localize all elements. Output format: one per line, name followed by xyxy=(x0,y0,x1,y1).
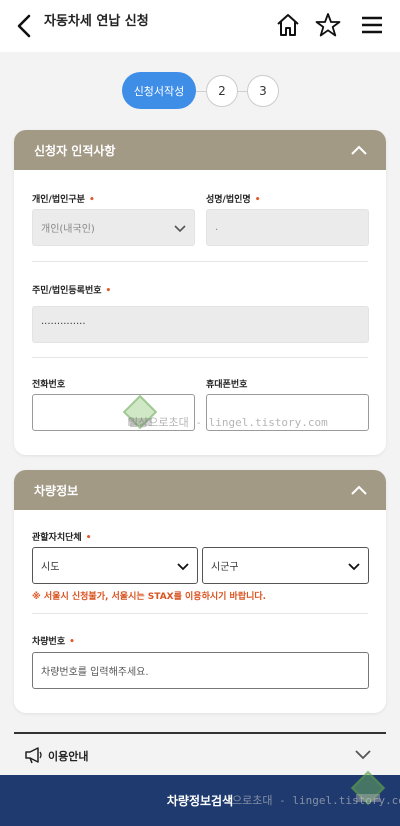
chevron-up-icon[interactable] xyxy=(350,143,368,157)
regno-label-text: 주민/법인등록번호 xyxy=(32,286,102,296)
seoul-notice: ※ 서울시 신청불가, 서울시는 STAX를 이용하시기 바랍니다. xyxy=(32,592,267,602)
vehicle-search-label: 차량정보검색 xyxy=(166,794,234,808)
step-indicator: 신청서작성 2 3 xyxy=(0,72,400,112)
required-mark: • xyxy=(254,195,261,205)
mobile-label: 휴대폰번호 xyxy=(206,380,248,390)
page-title: 자동차세 연납 신청 xyxy=(44,14,149,29)
vehicle-section-header[interactable]: 차량정보 xyxy=(14,470,386,510)
vehicle-info-card: 차량정보 관할자치단체 • 시도 시군구 ※ 서울시 신청불가, 서울시는 STA… xyxy=(14,470,386,713)
megaphone-icon xyxy=(25,747,42,764)
required-mark: • xyxy=(105,286,112,296)
sido-value: 시도 xyxy=(41,562,60,573)
name-field[interactable]: . xyxy=(206,209,369,246)
step-3: 3 xyxy=(247,75,279,107)
plate-number-field[interactable]: 차량번호를 입력해주세요. xyxy=(32,652,369,689)
watermark-text-bottom: 으로초대 - lingel.tistory.com xyxy=(232,794,400,807)
divider xyxy=(32,357,368,358)
usage-guide-label: 이용안내 xyxy=(48,750,89,763)
regno-label: 주민/법인등록번호 • xyxy=(32,283,111,296)
chevron-up-icon[interactable] xyxy=(350,483,368,497)
step-1-active: 신청서작성 xyxy=(122,72,196,109)
plate-placeholder: 차량번호를 입력해주세요. xyxy=(41,667,149,678)
chevron-down-icon[interactable] xyxy=(354,749,372,761)
person-type-value: 개인(내국인) xyxy=(41,224,95,235)
region-label-text: 관할자치단체 xyxy=(32,533,82,543)
back-icon[interactable] xyxy=(14,12,36,40)
required-mark: • xyxy=(85,533,92,543)
required-mark: • xyxy=(88,195,95,205)
name-value: . xyxy=(215,222,219,233)
region-label: 관할자치단체 • xyxy=(32,530,91,543)
required-mark: • xyxy=(69,637,75,647)
star-icon[interactable] xyxy=(315,12,341,38)
type-label-text: 개인/법인구분 xyxy=(32,195,85,205)
regno-value: ·············· xyxy=(41,319,86,330)
divider xyxy=(32,613,368,614)
applicant-section-title: 신청자 인적사항 xyxy=(34,143,116,158)
sido-select[interactable]: 시도 xyxy=(32,547,198,584)
sigungu-value: 시군구 xyxy=(211,562,239,573)
name-label: 성명/법인명 • xyxy=(206,192,260,205)
type-label: 개인/법인구분 • xyxy=(32,192,95,205)
step-2: 2 xyxy=(206,75,238,107)
usage-guide-row[interactable]: 이용안내 xyxy=(14,732,386,774)
chevron-down-icon xyxy=(348,563,360,571)
regno-field[interactable]: ·············· xyxy=(32,306,369,343)
applicant-section-header[interactable]: 신청자 인적사항 xyxy=(14,130,386,170)
vehicle-section-title: 차량정보 xyxy=(34,483,79,498)
menu-icon[interactable] xyxy=(359,12,385,38)
chevron-down-icon xyxy=(174,225,186,233)
home-icon[interactable] xyxy=(275,12,301,38)
watermark-text: 일상으로초대 - lingel.tistory.com xyxy=(128,416,328,429)
applicant-info-card: 신청자 인적사항 개인/법인구분 • 개인(내국인) 성명/법인명 • . 주민/법… xyxy=(14,130,386,455)
sigungu-select[interactable]: 시군구 xyxy=(202,547,369,584)
name-label-text: 성명/법인명 xyxy=(206,195,251,205)
phone-label: 전화번호 xyxy=(32,380,66,390)
person-type-select[interactable]: 개인(내국인) xyxy=(32,209,195,246)
chevron-down-icon xyxy=(177,563,189,571)
plate-label: 차량번호 • xyxy=(32,634,75,647)
top-bar: 자동차세 연납 신청 xyxy=(0,0,400,52)
plate-label-text: 차량번호 xyxy=(32,637,66,647)
divider xyxy=(32,261,368,262)
